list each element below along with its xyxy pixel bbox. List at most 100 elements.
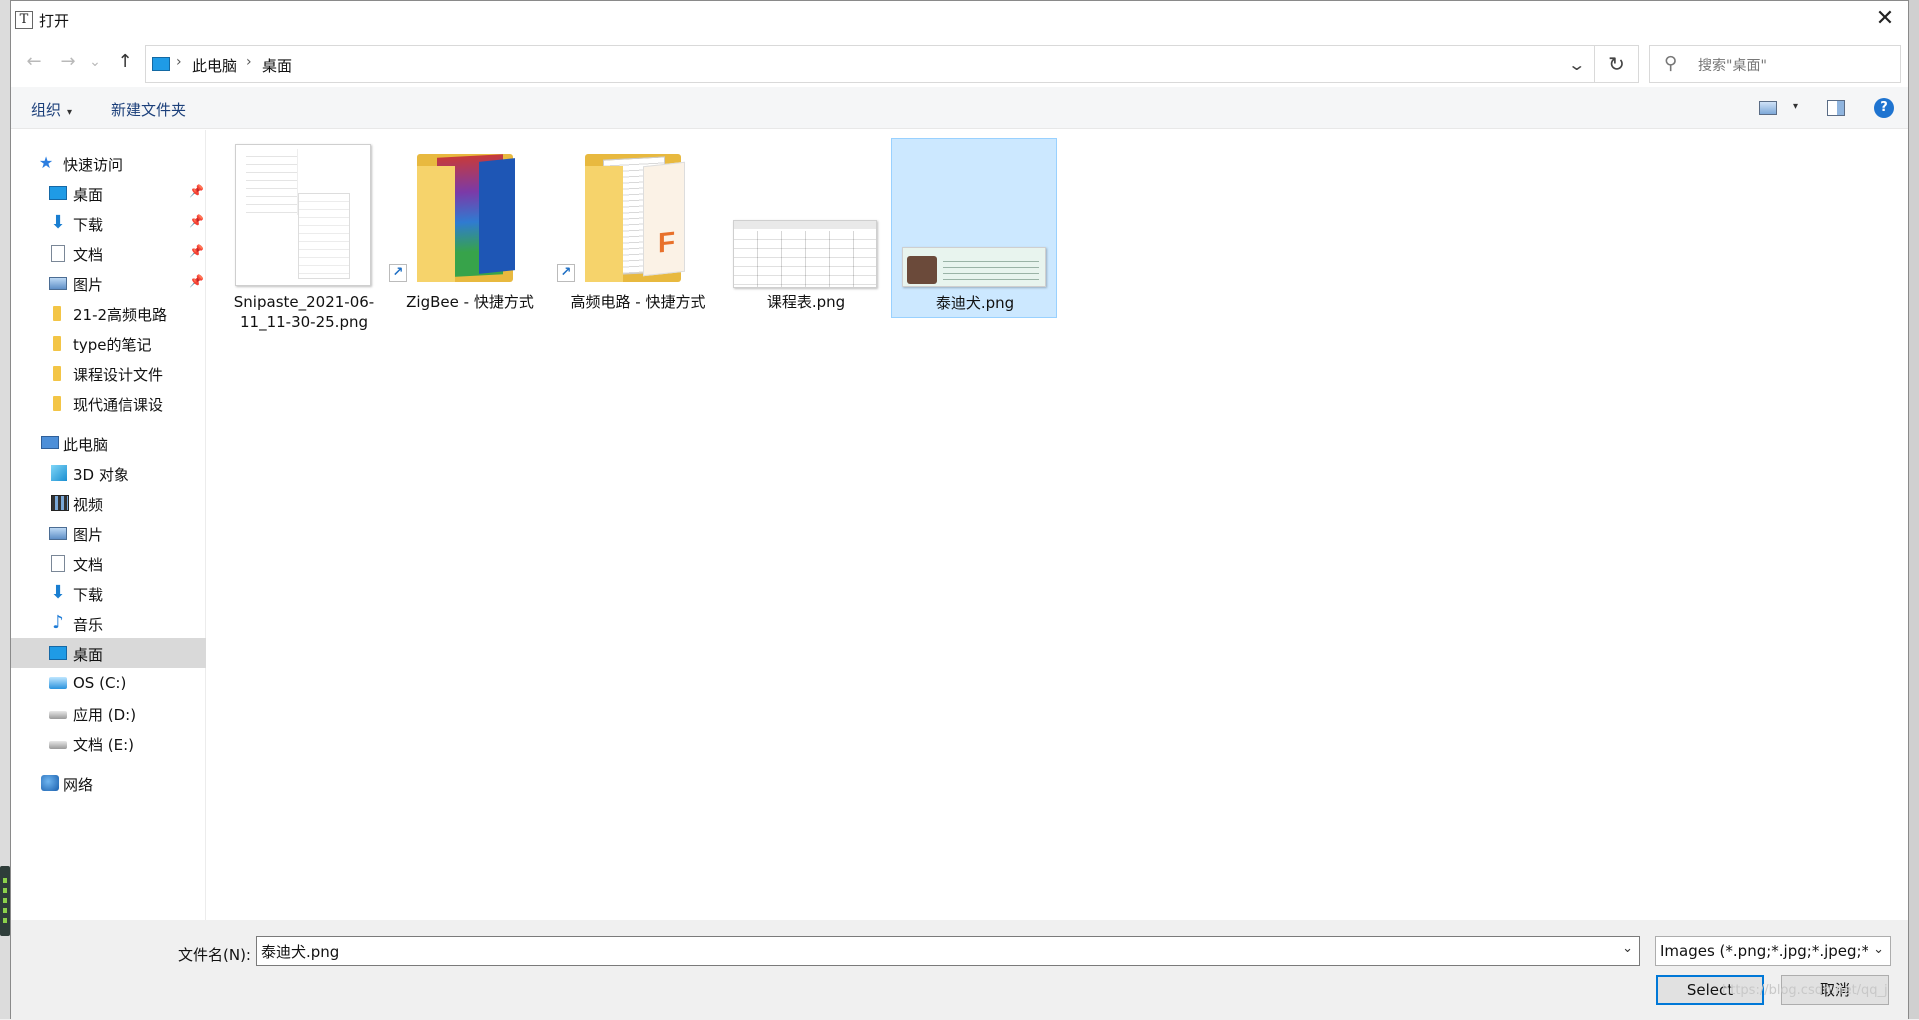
file-type-dropdown-icon[interactable]: ⌄ (1873, 942, 1884, 957)
file-type-filter[interactable]: Images (*.png;*.jpg;*.jpeg;*.b ⌄ (1655, 936, 1891, 966)
file-item[interactable]: F ↗ 高频电路 - 快捷方式 (555, 138, 721, 318)
file-item[interactable]: ↗ ZigBee - 快捷方式 (387, 138, 553, 318)
command-bar: 组织 ▾ 新建文件夹 ▾ ? (11, 87, 1908, 129)
sidebar-item-pictures[interactable]: 图片 (11, 518, 206, 548)
search-icon: ⚲ (1664, 53, 1678, 74)
folder-icon (53, 306, 61, 321)
sidebar-item-label: 课程设计文件 (73, 366, 164, 384)
sidebar-item-downloads[interactable]: ⬇ 下载 (11, 578, 206, 608)
sidebar-item-music[interactable]: ♪ 音乐 (11, 608, 206, 638)
title-bar: T 打开 ✕ (11, 1, 1908, 39)
desktop-icon (49, 186, 67, 200)
sidebar-item-3d-objects[interactable]: 3D 对象 (11, 458, 206, 488)
sidebar-item-documents[interactable]: 文档 (11, 548, 206, 578)
sidebar-item-label: 快速访问 (63, 156, 124, 174)
sidebar-item-label: 现代通信课设 (73, 396, 164, 414)
video-icon (51, 495, 69, 511)
file-name-dropdown-icon[interactable]: ⌄ (1622, 941, 1633, 956)
pdf-f-icon: F (658, 225, 676, 259)
file-name: 高频电路 - 快捷方式 (570, 293, 706, 311)
image-thumbnail (733, 220, 877, 288)
network-icon (41, 775, 59, 791)
sidebar-item-drive-d[interactable]: 应用 (D:) (11, 698, 206, 728)
sidebar-item-label: 网络 (63, 776, 94, 794)
sidebar-item-quick-access[interactable]: ★ 快速访问 (11, 148, 206, 178)
sidebar-item-this-pc[interactable]: 此电脑 (11, 428, 206, 458)
drive-icon (49, 741, 67, 749)
open-file-dialog: T 打开 ✕ ← → ⌄ ↑ › 此电脑 › 桌面 ⌄ ↻ ⚲ 搜索"桌面" 组… (10, 0, 1909, 1020)
refresh-button[interactable]: ↻ (1595, 45, 1639, 83)
help-icon[interactable]: ? (1874, 98, 1894, 118)
address-bar[interactable]: › 此电脑 › 桌面 ⌄ (145, 45, 1595, 83)
sidebar-item-folder[interactable]: 课程设计文件 (11, 358, 206, 388)
pin-icon: 📌 (189, 184, 204, 198)
sidebar-item-label: 文档 (73, 246, 104, 264)
folder-front (417, 166, 455, 282)
close-button[interactable]: ✕ (1868, 5, 1902, 35)
new-folder-button[interactable]: 新建文件夹 (111, 99, 186, 120)
sidebar-item-label: 音乐 (73, 616, 104, 634)
sidebar-item-downloads[interactable]: ⬇ 下载 📌 (11, 208, 206, 238)
sidebar-item-desktop[interactable]: 桌面 (11, 638, 206, 668)
organize-caret-icon: ▾ (67, 107, 73, 118)
file-name: Snipaste_2021-06-11_11-30-25.png (233, 293, 375, 331)
sidebar-item-label: 3D 对象 (73, 466, 129, 484)
sidebar-item-os-drive[interactable]: OS (C:) (11, 668, 206, 698)
file-name: 课程表.png (766, 293, 846, 311)
breadcrumb-desktop[interactable]: 桌面 (262, 55, 292, 76)
image-thumbnail (235, 144, 371, 286)
sidebar-item-videos[interactable]: 视频 (11, 488, 206, 518)
file-item-selected[interactable]: 泰迪犬.png (891, 138, 1057, 318)
change-view-icon[interactable] (1759, 101, 1777, 115)
file-item[interactable]: 课程表.png (723, 138, 889, 318)
document-icon (51, 555, 65, 572)
navigation-bar: ← → ⌄ ↑ › 此电脑 › 桌面 ⌄ ↻ ⚲ 搜索"桌面" (11, 39, 1908, 87)
file-type-filter-value: Images (*.png;*.jpg;*.jpeg;*.b (1660, 942, 1868, 960)
folder-icon (53, 396, 61, 411)
back-button[interactable]: ← (21, 49, 47, 75)
breadcrumb-this-pc[interactable]: 此电脑 (192, 55, 237, 76)
view-options-caret-icon[interactable]: ▾ (1793, 101, 1798, 112)
image-thumbnail (902, 247, 1046, 287)
forward-button[interactable]: → (55, 49, 81, 75)
sidebar-item-folder[interactable]: 21-2高频电路 (11, 298, 206, 328)
sidebar-item-network[interactable]: 网络 (11, 768, 206, 798)
address-dropdown-icon[interactable]: ⌄ (1567, 55, 1586, 74)
preview-pane-icon[interactable] (1827, 100, 1845, 116)
sidebar-item-label: 21-2高频电路 (73, 306, 168, 324)
file-item[interactable]: Snipaste_2021-06-11_11-30-25.png (221, 138, 387, 331)
sidebar-item-label: 视频 (73, 496, 104, 514)
breadcrumb-separator[interactable]: › (176, 54, 182, 70)
sidebar-item-documents[interactable]: 文档 📌 (11, 238, 206, 268)
sidebar-item-drive-e[interactable]: 文档 (E:) (11, 728, 206, 758)
background-app-meter (0, 866, 10, 936)
organize-button[interactable]: 组织 ▾ (31, 99, 72, 120)
sidebar-item-pictures[interactable]: 图片 📌 (11, 268, 206, 298)
pin-icon: 📌 (189, 274, 204, 288)
sidebar-item-label: type的笔记 (73, 336, 152, 354)
sidebar-item-desktop[interactable]: 桌面 📌 (11, 178, 206, 208)
search-placeholder: 搜索"桌面" (1698, 58, 1767, 74)
this-pc-icon (152, 57, 170, 71)
pictures-icon (49, 277, 67, 290)
file-name-label: 文件名(N): (178, 946, 251, 964)
sidebar-item-label: 此电脑 (63, 436, 109, 454)
desktop-icon (49, 646, 67, 660)
watermark-text: https://blog.csdn.net/qq_j (1722, 983, 1888, 998)
up-button[interactable]: ↑ (112, 49, 138, 75)
file-name-bar: 文件名(N): ⌄ Images (*.png;*.jpg;*.jpeg;*.b… (11, 920, 1908, 1020)
background-app-strip (0, 0, 10, 1019)
organize-label: 组织 (31, 101, 62, 119)
folder-preview (479, 158, 515, 274)
sidebar-item-folder[interactable]: 现代通信课设 (11, 388, 206, 418)
breadcrumb-separator[interactable]: › (246, 54, 252, 70)
background-window-edge (1909, 0, 1919, 1019)
star-icon: ★ (38, 153, 54, 172)
sidebar-item-label: 图片 (73, 276, 104, 294)
search-box[interactable]: ⚲ 搜索"桌面" (1649, 45, 1901, 83)
shortcut-arrow-icon: ↗ (389, 264, 407, 282)
file-name-input[interactable] (257, 937, 1597, 965)
file-name-combobox[interactable]: ⌄ (256, 936, 1640, 966)
sidebar-item-folder[interactable]: type的笔记 (11, 328, 206, 358)
recent-locations-button[interactable]: ⌄ (87, 49, 103, 75)
